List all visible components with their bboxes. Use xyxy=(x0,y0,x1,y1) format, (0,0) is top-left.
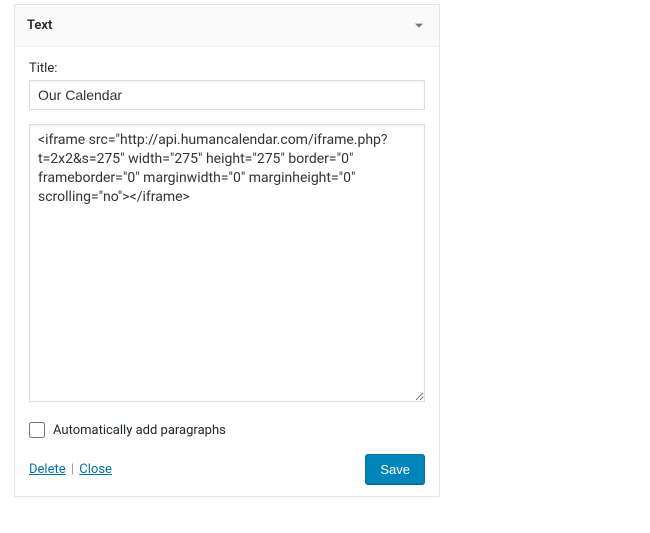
delete-link[interactable]: Delete xyxy=(29,462,66,477)
autop-row: Automatically add paragraphs xyxy=(29,422,425,438)
close-link[interactable]: Close xyxy=(79,462,112,477)
widget-header[interactable]: Text xyxy=(15,5,439,47)
text-widget: Text Title: <iframe src="http://api.huma… xyxy=(14,4,440,497)
autop-label[interactable]: Automatically add paragraphs xyxy=(53,423,226,438)
widget-footer: Delete | Close Save xyxy=(29,454,425,484)
autop-checkbox[interactable] xyxy=(29,422,45,438)
title-label: Title: xyxy=(29,61,425,76)
widget-links: Delete | Close xyxy=(29,462,112,477)
content-textarea[interactable]: <iframe src="http://api.humancalendar.co… xyxy=(29,124,425,402)
title-input[interactable] xyxy=(29,80,425,110)
widget-header-title: Text xyxy=(27,18,52,33)
widget-body: Title: <iframe src="http://api.humancale… xyxy=(15,47,439,496)
save-button[interactable]: Save xyxy=(365,454,425,484)
link-separator: | xyxy=(71,462,74,477)
chevron-down-icon xyxy=(411,18,427,34)
